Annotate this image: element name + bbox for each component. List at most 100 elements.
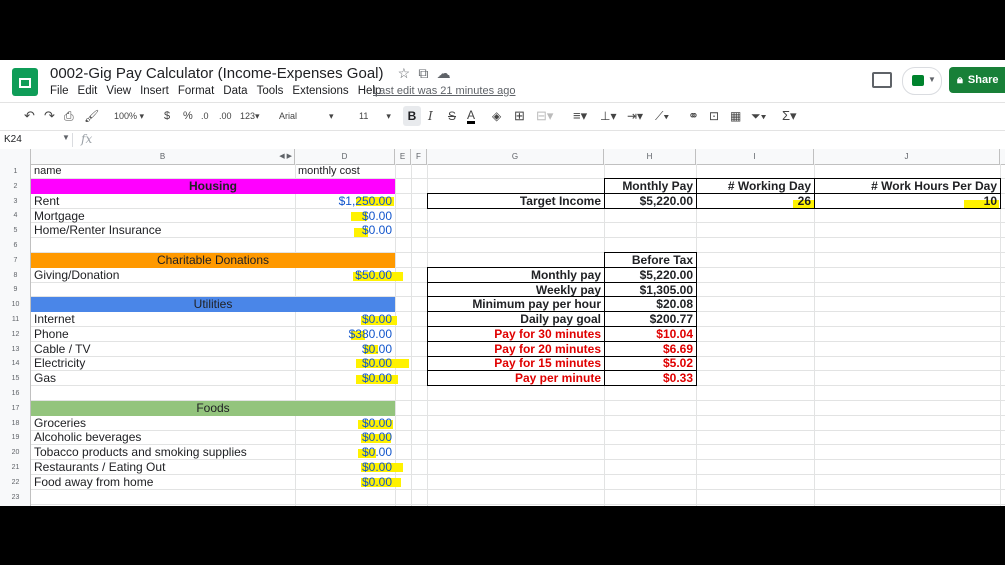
expense-cost[interactable]: $0.00 <box>295 475 395 490</box>
row-header[interactable]: 3 <box>0 194 31 209</box>
cloud-status-icon[interactable]: ☁ <box>437 65 451 81</box>
row-header[interactable]: 14 <box>0 356 31 371</box>
expense-cost[interactable]: $380.00 <box>295 327 395 342</box>
print-icon[interactable]: ⎙ <box>64 109 74 123</box>
sheet-grid[interactable]: name monthly cost Housing Charitable Don… <box>31 164 1005 506</box>
insert-link-icon[interactable]: ⚭ <box>688 109 699 123</box>
expense-cost[interactable]: $0.00 <box>295 312 395 327</box>
row-header[interactable]: 1 <box>0 164 31 179</box>
expense-cost[interactable]: $0.00 <box>295 460 395 475</box>
text-rotation-icon[interactable]: ⟋▾ <box>655 109 669 123</box>
menu-format[interactable]: Format <box>178 85 214 97</box>
column-header-g[interactable]: G <box>427 149 604 164</box>
expense-name[interactable]: Phone <box>31 327 295 342</box>
row-header[interactable]: 12 <box>0 327 31 342</box>
share-button[interactable]: 🔒︎ Share <box>949 67 1005 93</box>
row-header[interactable]: 22 <box>0 475 31 490</box>
menu-data[interactable]: Data <box>223 85 247 97</box>
expense-name[interactable]: Cable / TV <box>31 342 295 357</box>
bold-button[interactable]: B <box>403 106 421 126</box>
expense-name[interactable]: Gas <box>31 371 295 386</box>
italic-button[interactable]: I <box>428 109 433 123</box>
menu-tools[interactable]: Tools <box>257 85 284 97</box>
before-tax-label[interactable]: Weekly pay <box>427 283 604 298</box>
sheets-logo-icon[interactable] <box>12 68 38 96</box>
column-header-d[interactable]: D <box>295 149 395 164</box>
expense-name[interactable]: Home/Renter Insurance <box>31 223 295 238</box>
last-edit-link[interactable]: Last edit was 21 minutes ago <box>373 85 515 97</box>
working-days-value[interactable]: 26 <box>696 194 814 209</box>
column-header-f[interactable]: F <box>411 149 427 164</box>
column-header-e[interactable]: E <box>395 149 411 164</box>
expense-cost[interactable]: $0.00 <box>295 416 395 431</box>
section-utilities[interactable]: Utilities <box>31 297 395 312</box>
insert-comment-icon[interactable]: ⊡ <box>709 109 719 123</box>
row-header[interactable]: 13 <box>0 342 31 357</box>
section-foods[interactable]: Foods <box>31 401 395 416</box>
expense-name[interactable]: Alcoholic beverages <box>31 430 295 445</box>
expense-cost[interactable]: $0.00 <box>295 371 395 386</box>
before-tax-label[interactable]: Daily pay goal <box>427 312 604 327</box>
fill-color-icon[interactable]: ◈ <box>492 109 501 123</box>
comment-history-icon[interactable] <box>872 72 892 88</box>
menu-insert[interactable]: Insert <box>140 85 169 97</box>
before-tax-label[interactable]: Pay for 30 minutes <box>427 327 604 342</box>
font-select[interactable]: Arial ▾ <box>279 109 334 123</box>
row-header[interactable]: 11 <box>0 312 31 327</box>
increase-decimal-button[interactable]: .00 <box>219 109 232 123</box>
insert-chart-icon[interactable]: ▦ <box>730 109 741 123</box>
before-tax-value[interactable]: $1,305.00 <box>604 283 696 298</box>
horizontal-align-icon[interactable]: ≡▾ <box>573 109 587 123</box>
before-tax-value[interactable]: $6.69 <box>604 342 696 357</box>
menu-edit[interactable]: Edit <box>78 85 98 97</box>
expense-cost[interactable]: $1,250.00 <box>295 194 395 209</box>
merge-cells-icon[interactable]: ⊟▾ <box>536 109 553 123</box>
column-header-b[interactable]: B ◀ ▶ <box>31 149 295 164</box>
menu-file[interactable]: File <box>50 85 69 97</box>
paint-format-icon[interactable]: 🖌︎ <box>84 109 99 123</box>
header-name-cell[interactable]: name <box>31 164 295 179</box>
row-header[interactable]: 5 <box>0 223 31 238</box>
expense-name[interactable]: Rent <box>31 194 295 209</box>
menu-extensions[interactable]: Extensions <box>292 85 348 97</box>
expense-name[interactable]: Groceries <box>31 416 295 431</box>
row-header[interactable]: 4 <box>0 208 31 223</box>
meet-button[interactable]: ▼ <box>902 67 942 95</box>
font-size-select[interactable]: 11 ▾ <box>359 109 391 123</box>
before-tax-value[interactable]: $10.04 <box>604 327 696 342</box>
column-header-j[interactable]: J <box>814 149 1000 164</box>
before-tax-value[interactable]: $20.08 <box>604 297 696 312</box>
decrease-decimal-button[interactable]: .0 <box>201 109 209 123</box>
before-tax-value[interactable]: $5,220.00 <box>604 268 696 283</box>
percent-format-button[interactable]: % <box>183 109 193 123</box>
before-tax-value[interactable]: $0.33 <box>604 371 696 386</box>
row-header[interactable]: 6 <box>0 238 31 253</box>
row-header[interactable]: 17 <box>0 401 31 416</box>
work-hours-header[interactable]: # Work Hours Per Day <box>814 179 1000 194</box>
expense-cost[interactable]: $0.00 <box>295 209 395 224</box>
expense-name[interactable]: Tobacco products and smoking supplies <box>31 445 295 460</box>
filter-icon[interactable]: ⏷▾ <box>751 109 766 123</box>
borders-icon[interactable]: ⊞ <box>514 109 525 123</box>
expense-name[interactable]: Food away from home <box>31 475 295 490</box>
expense-cost[interactable]: $0.00 <box>295 445 395 460</box>
target-income-label[interactable]: Target Income <box>427 194 604 209</box>
row-header[interactable]: 23 <box>0 490 31 505</box>
before-tax-label[interactable]: Pay for 20 minutes <box>427 342 604 357</box>
before-tax-value[interactable]: $200.77 <box>604 312 696 327</box>
before-tax-label[interactable]: Pay for 15 minutes <box>427 356 604 371</box>
formula-input[interactable] <box>100 133 980 147</box>
expense-cost[interactable]: $0.00 <box>295 223 395 238</box>
target-income-value[interactable]: $5,220.00 <box>604 194 696 209</box>
header-cost-cell[interactable]: monthly cost <box>295 164 395 179</box>
expense-name[interactable]: Giving/Donation <box>31 268 295 283</box>
select-all-corner[interactable] <box>0 149 31 164</box>
document-title-text[interactable]: 0002-Gig Pay Calculator (Income-Expenses… <box>50 65 384 82</box>
expense-cost[interactable]: $0.00 <box>295 430 395 445</box>
more-formats-select[interactable]: 123▾ <box>240 109 260 123</box>
name-box[interactable]: K24 <box>4 134 22 145</box>
before-tax-label[interactable]: Pay per minute <box>427 371 604 386</box>
menu-view[interactable]: View <box>106 85 131 97</box>
text-wrap-icon[interactable]: ⇥▾ <box>627 109 643 123</box>
row-header[interactable]: 20 <box>0 445 31 460</box>
